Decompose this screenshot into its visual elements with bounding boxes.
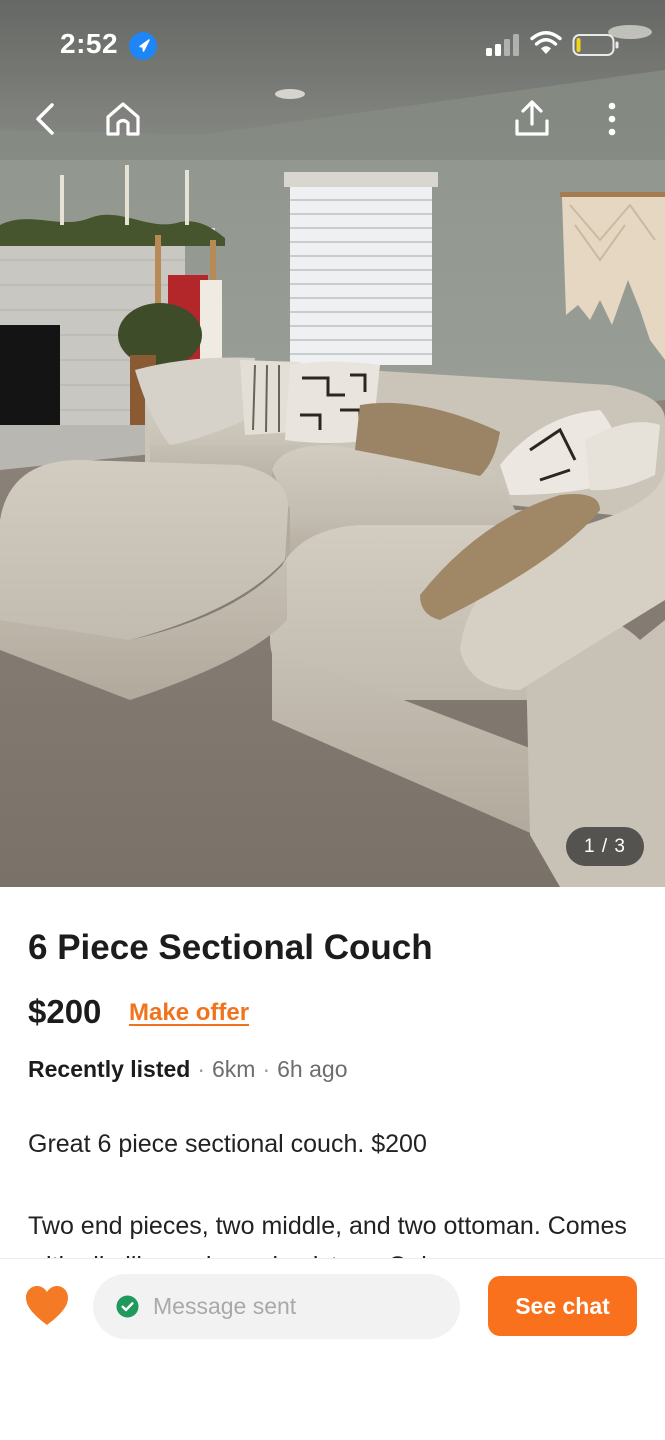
more-options-button[interactable] bbox=[586, 93, 638, 145]
listing-photo[interactable]: 2:52 1 / 3 bbox=[0, 0, 665, 887]
heart-icon[interactable] bbox=[24, 1284, 70, 1328]
image-counter: 1 / 3 bbox=[566, 827, 644, 866]
back-chevron-icon bbox=[36, 103, 54, 135]
listing-price: $200 bbox=[28, 993, 102, 1030]
status-bar: 2:52 bbox=[0, 0, 665, 90]
listing-meta: Recently listed · 6km · 6h ago bbox=[28, 1056, 348, 1083]
share-icon bbox=[515, 100, 549, 136]
make-offer-link[interactable]: Make offer bbox=[129, 999, 249, 1027]
more-vertical-icon bbox=[608, 102, 616, 136]
separator-dot: · bbox=[262, 1056, 271, 1082]
status-time: 2:52 bbox=[60, 28, 119, 59]
cell-signal-icon bbox=[486, 34, 519, 56]
share-button[interactable] bbox=[506, 93, 558, 145]
check-circle-icon bbox=[116, 1295, 139, 1318]
listing-description: Great 6 piece sectional couch. $200 Two … bbox=[28, 1124, 638, 1258]
home-button[interactable] bbox=[97, 93, 149, 145]
listing-title: 6 Piece Sectional Couch bbox=[28, 928, 433, 967]
wifi-icon bbox=[530, 31, 562, 54]
description-paragraph: Great 6 piece sectional couch. $200 bbox=[28, 1130, 427, 1158]
see-chat-button[interactable]: See chat bbox=[488, 1276, 637, 1336]
description-paragraph: Two end pieces, two middle, and two otto… bbox=[28, 1212, 627, 1258]
message-sent-status[interactable]: Message sent bbox=[93, 1274, 460, 1339]
location-arrow-icon bbox=[129, 32, 157, 60]
listing-status: Recently listed bbox=[28, 1056, 191, 1082]
listing-posted-time: 6h ago bbox=[277, 1056, 348, 1082]
battery-icon bbox=[572, 34, 619, 56]
home-icon bbox=[106, 102, 140, 136]
listing-distance: 6km bbox=[212, 1056, 256, 1082]
message-status-text: Message sent bbox=[153, 1293, 297, 1319]
separator-dot: · bbox=[197, 1056, 206, 1082]
back-button[interactable] bbox=[20, 93, 72, 145]
